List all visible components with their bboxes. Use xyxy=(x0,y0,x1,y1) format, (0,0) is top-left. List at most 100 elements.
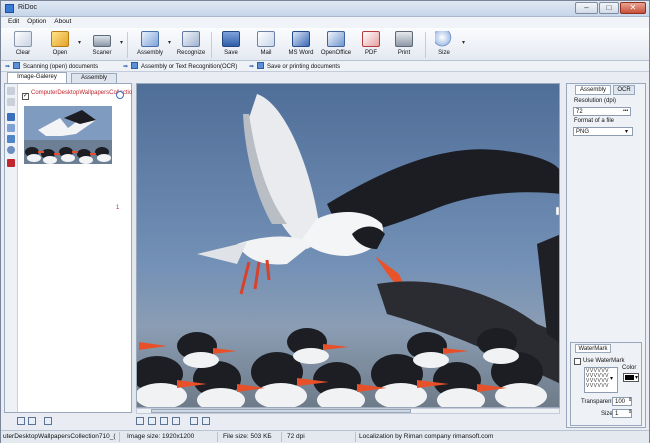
size-stepper[interactable]: ⇕ xyxy=(628,409,632,415)
tab-assembly[interactable]: Assembly xyxy=(71,73,117,83)
menu-edit[interactable]: Edit xyxy=(5,17,22,26)
mail-icon xyxy=(257,31,275,47)
move-up-icon[interactable] xyxy=(7,87,15,95)
tab-assembly-settings[interactable]: Assembly xyxy=(575,85,611,95)
status-dpi: 72 dpi xyxy=(287,433,305,440)
arrow-right-icon: ➡ xyxy=(123,64,129,70)
status-image-size: Image size: 1920x1200 xyxy=(127,433,195,440)
save-page-icon[interactable] xyxy=(7,113,15,121)
main-toolbar: Clear Open ▾ Scaner ▾ Assembly ▾ Recogni… xyxy=(1,28,649,61)
maximize-button[interactable]: □ xyxy=(599,2,619,14)
clear-button[interactable]: Clear xyxy=(6,31,40,56)
gear-icon[interactable] xyxy=(116,91,124,99)
tab-ocr[interactable]: OCR xyxy=(613,85,635,95)
open-button[interactable]: Open ▾ xyxy=(43,31,81,56)
window-title: RiDoc xyxy=(18,4,38,11)
delete-icon[interactable] xyxy=(7,159,15,167)
image-edit-icon[interactable] xyxy=(7,135,15,143)
status-separator xyxy=(119,432,120,442)
status-separator xyxy=(355,432,356,442)
open-folder-icon xyxy=(51,31,69,47)
pattern-dropdown-icon[interactable]: ▾ xyxy=(610,375,613,382)
magnifier-icon xyxy=(435,31,453,47)
menu-about[interactable]: About xyxy=(51,17,74,26)
image-viewer[interactable] xyxy=(136,83,560,408)
msword-button[interactable]: MS Word xyxy=(284,31,318,56)
fit-width-icon[interactable] xyxy=(136,417,144,425)
fit-height-icon[interactable] xyxy=(148,417,156,425)
size-button[interactable]: Size ▾ xyxy=(427,31,465,56)
check-all-icon[interactable] xyxy=(17,417,25,425)
transparent-label: Transparent xyxy=(581,399,614,405)
move-down-icon[interactable] xyxy=(7,98,15,106)
recognize-button[interactable]: Recognize xyxy=(174,31,208,56)
minimize-button[interactable]: – xyxy=(575,2,598,14)
title-bar: RiDoc – □ ✕ xyxy=(1,1,649,17)
horizontal-scrollbar[interactable] xyxy=(136,408,560,414)
save-icon xyxy=(222,31,240,47)
viewer-scroll-marker[interactable] xyxy=(555,95,560,325)
toolbar-separator xyxy=(425,32,426,58)
settings-icon[interactable] xyxy=(7,146,15,154)
use-watermark-checkbox[interactable] xyxy=(574,358,581,365)
scaner-dropdown-icon[interactable]: ▾ xyxy=(120,39,123,46)
pdf-button[interactable]: PDF xyxy=(354,31,388,56)
transparent-stepper[interactable]: ⇕ xyxy=(628,397,632,403)
size-label: Size xyxy=(438,50,450,56)
resolution-label: Resolution (dpi) xyxy=(574,98,617,104)
close-button[interactable]: ✕ xyxy=(620,2,646,14)
resolution-more-button[interactable]: ••• xyxy=(623,108,628,114)
format-select[interactable]: PNG xyxy=(573,127,633,136)
step-save: ➡ Save or printing documents xyxy=(249,62,340,70)
main-image xyxy=(137,84,559,407)
assembly-button[interactable]: Assembly ▾ xyxy=(133,31,171,56)
status-file-name: uterDesktopWallpapersCollection710_( xyxy=(3,433,116,440)
openoffice-icon xyxy=(327,31,345,47)
tab-watermark[interactable]: WaterMark xyxy=(575,344,611,353)
workflow-steps: ➡ Scanning (open) documents ➡ Assembly or … xyxy=(1,61,649,72)
fit-page-icon[interactable] xyxy=(160,417,168,425)
actual-size-icon[interactable] xyxy=(172,417,180,425)
assembly-step-icon xyxy=(131,62,139,69)
status-separator xyxy=(217,432,218,442)
zoom-in-icon[interactable] xyxy=(190,417,198,425)
step-assembly-label: Assembly or Text Recognition(OCR) xyxy=(141,64,238,70)
print-button[interactable]: Print xyxy=(387,31,421,56)
open-label: Open xyxy=(52,50,68,56)
step-scan: ➡ Scanning (open) documents xyxy=(5,62,98,70)
openoffice-button[interactable]: OpenOffice xyxy=(319,31,353,56)
status-bar: uterDesktopWallpapersCollection710_( Ima… xyxy=(1,430,649,443)
zoom-out-icon[interactable] xyxy=(202,417,210,425)
recognize-label: Recognize xyxy=(176,50,206,56)
scaner-button[interactable]: Scaner ▾ xyxy=(85,31,123,56)
assembly-icon xyxy=(141,31,159,47)
gallery-toolbar xyxy=(5,84,18,412)
save-button[interactable]: Save xyxy=(214,31,248,56)
item-checkbox[interactable]: ✓ xyxy=(22,93,29,100)
scrollbar-thumb[interactable] xyxy=(151,409,411,413)
recognize-icon xyxy=(182,31,200,47)
open-dropdown-icon[interactable]: ▾ xyxy=(78,39,81,46)
size-dropdown-icon[interactable]: ▾ xyxy=(462,39,465,46)
clear-label: Clear xyxy=(15,50,31,56)
item-thumbnail[interactable] xyxy=(24,106,112,164)
copy-page-icon[interactable] xyxy=(7,124,15,132)
tab-image-galerey[interactable]: Image-Galerey xyxy=(7,72,67,83)
thumbnail-view-icon[interactable] xyxy=(44,417,52,425)
menu-option[interactable]: Option xyxy=(24,17,49,26)
scroll-track xyxy=(555,206,560,216)
toolbar-separator xyxy=(127,32,128,58)
mail-button[interactable]: Mail xyxy=(249,31,283,56)
msword-icon xyxy=(292,31,310,47)
step-save-label: Save or printing documents xyxy=(267,64,341,70)
chevron-down-icon[interactable]: ▾ xyxy=(625,128,628,135)
openoffice-label: OpenOffice xyxy=(320,50,352,56)
pdf-label: PDF xyxy=(365,50,377,56)
printer-icon xyxy=(395,31,413,47)
assembly-dropdown-icon[interactable]: ▾ xyxy=(168,39,171,46)
uncheck-all-icon[interactable] xyxy=(28,417,36,425)
toolbar-separator xyxy=(211,32,212,58)
use-watermark-label: Use WaterMark xyxy=(583,358,625,364)
scan-step-icon xyxy=(13,62,21,69)
color-dropdown-icon[interactable]: ▾ xyxy=(635,374,638,381)
